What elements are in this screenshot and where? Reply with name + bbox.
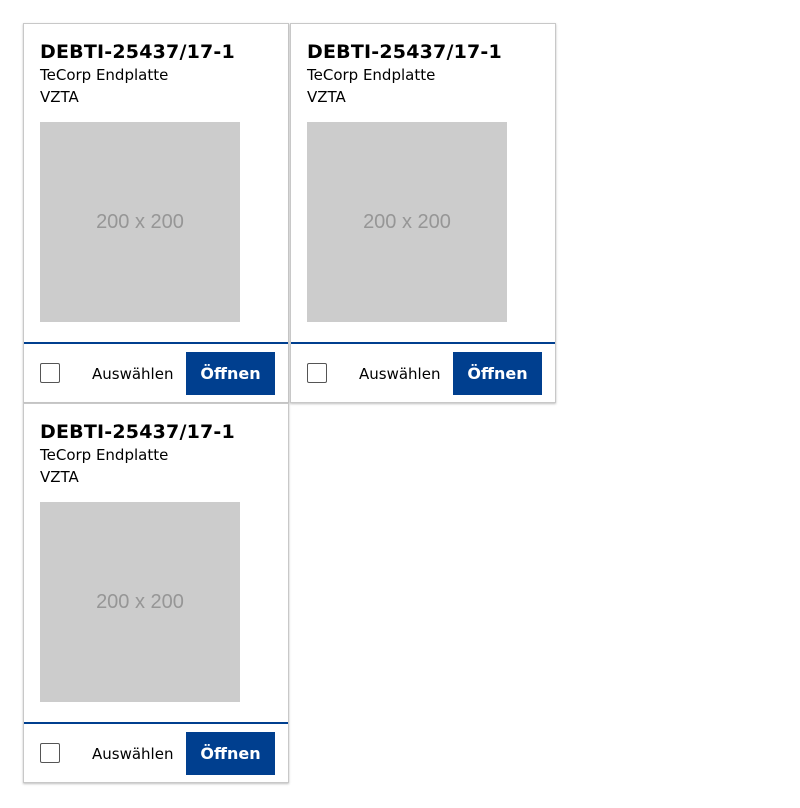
select-checkbox[interactable] bbox=[307, 363, 327, 383]
select-label[interactable]: Auswählen bbox=[359, 364, 440, 384]
card-material: VZTA bbox=[307, 88, 346, 106]
card-body: DEBTI-25437/17-1 TeCorp Endplatte VZTA 2… bbox=[24, 404, 288, 722]
image-placeholder-text: 200 x 200 bbox=[96, 590, 184, 613]
card-body: DEBTI-25437/17-1 TeCorp Endplatte VZTA 2… bbox=[24, 24, 288, 342]
product-image-placeholder: 200 x 200 bbox=[40, 122, 240, 322]
card-subtitle: TeCorp Endplatte bbox=[40, 66, 169, 84]
product-card: DEBTI-25437/17-1 TeCorp Endplatte VZTA 2… bbox=[23, 403, 289, 783]
card-footer: Auswählen Öffnen bbox=[24, 722, 288, 782]
image-placeholder-text: 200 x 200 bbox=[96, 210, 184, 233]
product-image-placeholder: 200 x 200 bbox=[40, 502, 240, 702]
card-footer: Auswählen Öffnen bbox=[24, 342, 288, 402]
card-title: DEBTI-25437/17-1 bbox=[307, 41, 502, 63]
select-checkbox[interactable] bbox=[40, 363, 60, 383]
open-button[interactable]: Öffnen bbox=[453, 352, 542, 395]
open-button[interactable]: Öffnen bbox=[186, 352, 275, 395]
select-label[interactable]: Auswählen bbox=[92, 364, 173, 384]
card-subtitle: TeCorp Endplatte bbox=[307, 66, 436, 84]
product-card: DEBTI-25437/17-1 TeCorp Endplatte VZTA 2… bbox=[23, 23, 289, 403]
open-button[interactable]: Öffnen bbox=[186, 732, 275, 775]
image-placeholder-text: 200 x 200 bbox=[363, 210, 451, 233]
product-card: DEBTI-25437/17-1 TeCorp Endplatte VZTA 2… bbox=[290, 23, 556, 403]
card-footer: Auswählen Öffnen bbox=[291, 342, 555, 402]
card-title: DEBTI-25437/17-1 bbox=[40, 41, 235, 63]
card-material: VZTA bbox=[40, 88, 79, 106]
card-material: VZTA bbox=[40, 468, 79, 486]
card-title: DEBTI-25437/17-1 bbox=[40, 421, 235, 443]
select-checkbox[interactable] bbox=[40, 743, 60, 763]
card-body: DEBTI-25437/17-1 TeCorp Endplatte VZTA 2… bbox=[291, 24, 555, 342]
select-label[interactable]: Auswählen bbox=[92, 744, 173, 764]
card-subtitle: TeCorp Endplatte bbox=[40, 446, 169, 464]
product-image-placeholder: 200 x 200 bbox=[307, 122, 507, 322]
